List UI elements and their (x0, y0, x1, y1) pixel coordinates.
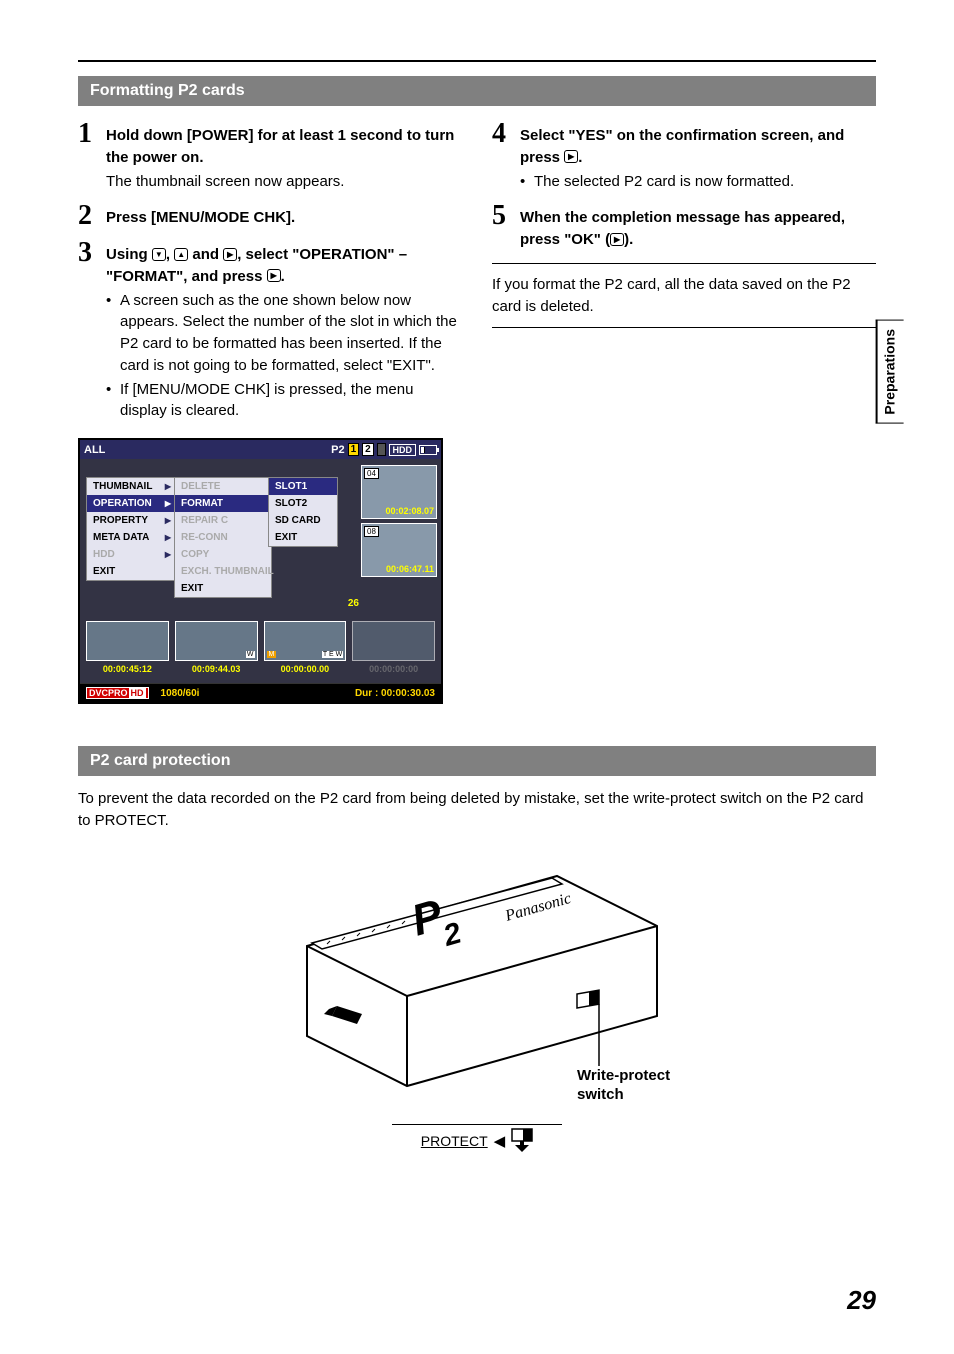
menu-item[interactable]: SD CARD (269, 512, 337, 529)
timecode: 00:00:00:00 (353, 664, 434, 674)
step-plain-text: The thumbnail screen now appears. (106, 171, 462, 193)
right-column: 4 Select "YES" on the confirmation scree… (492, 118, 876, 704)
left-column: 1 Hold down [POWER] for at least 1 secon… (78, 118, 462, 704)
menu-item[interactable]: SLOT1 (269, 478, 337, 495)
p2-card-figure: Panasonic P 2 Write-protectswitch PR (78, 856, 876, 1154)
divider (492, 263, 876, 264)
menu-level-2: DELETE FORMAT REPAIR C RE-CONN COPY EXCH… (174, 477, 272, 598)
up-icon: ▲ (174, 248, 188, 261)
bullet-item: The selected P2 card is now formatted. (520, 171, 876, 193)
slider-icon (511, 1128, 533, 1154)
corner-number: 26 (348, 598, 359, 609)
menu-item[interactable]: COPY (175, 546, 271, 563)
step-number: 2 (78, 200, 106, 231)
hdd-label: HDD (389, 444, 417, 456)
menu-level-3: SLOT1 SLOT2 SD CARD EXIT (268, 477, 338, 547)
step-number: 5 (492, 200, 520, 253)
step-bold-text: Hold down [POWER] for at least 1 second … (106, 125, 462, 169)
step-bold-text: When the completion message has appeared… (520, 207, 876, 251)
menu-item[interactable]: META DATA▶ (87, 529, 177, 546)
menu-item[interactable]: OPERATION▶ (87, 495, 177, 512)
section-heading-protection: P2 card protection (78, 746, 876, 776)
step-number: 3 (78, 237, 106, 424)
menu-item[interactable]: PROPERTY▶ (87, 512, 177, 529)
bullet-item: A screen such as the one shown below now… (106, 290, 462, 377)
step-4: 4 Select "YES" on the confirmation scree… (492, 118, 876, 194)
menu-item[interactable]: EXIT (175, 580, 271, 597)
slot-blank-chip (377, 443, 386, 456)
menu-item[interactable]: EXCH. THUMBNAIL (175, 563, 271, 580)
section-heading-formatting: Formatting P2 cards (78, 76, 876, 106)
left-arrow-icon: ◀ (494, 1132, 506, 1150)
device-screenshot: ALL P2 1 2 HDD THUMBNAIL▶ OPERATION▶ P (78, 438, 443, 704)
menu-item[interactable]: THUMBNAIL▶ (87, 478, 177, 495)
txt: and (188, 246, 223, 263)
timecode: 00:00:45:12 (87, 664, 168, 674)
flag: W (246, 651, 255, 658)
play-icon: ▶ (564, 150, 578, 163)
txt: , (166, 246, 174, 263)
menu-item[interactable]: EXIT (269, 529, 337, 546)
page-number: 29 (847, 1285, 876, 1316)
slot-2-chip: 2 (362, 443, 374, 456)
divider (492, 327, 876, 328)
note-text: If you format the P2 card, all the data … (492, 274, 876, 318)
protect-text: PROTECT (421, 1133, 488, 1149)
thumbnail[interactable]: MT E W00:00:00.00 (264, 621, 347, 661)
down-icon: ▼ (152, 248, 166, 261)
step-bold-text: Select "YES" on the confirmation screen,… (520, 125, 876, 169)
p2-card-icon: Panasonic P 2 (277, 856, 677, 1096)
menu-item[interactable]: REPAIR C (175, 512, 271, 529)
menu-item[interactable]: SLOT2 (269, 495, 337, 512)
menu-item[interactable]: EXIT (87, 563, 177, 580)
slot-1-chip: 1 (348, 443, 360, 456)
timecode: 00:00:00.00 (265, 664, 346, 674)
flag: T E W (322, 651, 343, 658)
timecode: 00:06:47.11 (386, 564, 434, 574)
step-3: 3 Using ▼, ▲ and ▶, select "OPERATION" –… (78, 237, 462, 424)
txt: ). (624, 231, 633, 248)
duration-label: Dur : 00:00:30.03 (355, 688, 435, 699)
flag: M (267, 651, 277, 658)
txt: . (578, 149, 582, 166)
step-2: 2 Press [MENU/MODE CHK]. (78, 200, 462, 231)
step-1: 1 Hold down [POWER] for at least 1 secon… (78, 118, 462, 194)
battery-icon (419, 445, 437, 455)
play-icon: ▶ (223, 248, 237, 261)
thumbnail[interactable]: 04 00:02:08.07 (361, 465, 437, 519)
menu-item[interactable]: FORMAT (175, 495, 271, 512)
thumbnail[interactable]: 00:00:00:00 (352, 621, 435, 661)
play-icon: ▶ (610, 233, 624, 246)
clip-tag: 08 (364, 526, 379, 537)
step-number: 4 (492, 118, 520, 194)
p2-label: P2 (331, 444, 344, 456)
txt: . (281, 268, 285, 285)
step-number: 1 (78, 118, 106, 194)
side-tab: Preparations (876, 320, 904, 424)
dvcpro-badge: DVCPROHD (86, 687, 149, 699)
menu-item[interactable]: RE-CONN (175, 529, 271, 546)
step-bold-text: Using ▼, ▲ and ▶, select "OPERATION" – "… (106, 244, 462, 288)
play-icon: ▶ (267, 269, 281, 282)
bullet-item: If [MENU/MODE CHK] is pressed, the menu … (106, 379, 462, 423)
txt: Using (106, 246, 152, 263)
thumbnail[interactable]: W00:09:44.03 (175, 621, 258, 661)
format-label: 1080/60i (161, 688, 200, 699)
menu-item[interactable]: DELETE (175, 478, 271, 495)
clip-tag: 04 (364, 468, 379, 479)
step-bold-text: Press [MENU/MODE CHK]. (106, 207, 462, 229)
txt: When the completion message has appeared… (520, 209, 845, 248)
protection-text: To prevent the data recorded on the P2 c… (78, 788, 876, 832)
top-rule (78, 60, 876, 62)
step-5: 5 When the completion message has appear… (492, 200, 876, 253)
timecode: 00:09:44.03 (176, 664, 257, 674)
thumbnail[interactable]: 00:00:45:12 (86, 621, 169, 661)
ss-title: ALL (84, 444, 105, 456)
menu-level-1: THUMBNAIL▶ OPERATION▶ PROPERTY▶ META DAT… (86, 477, 178, 581)
write-protect-label: Write-protectswitch (577, 1066, 670, 1105)
thumbnail[interactable]: 08 00:06:47.11 (361, 523, 437, 577)
menu-item[interactable]: HDD▶ (87, 546, 177, 563)
timecode: 00:02:08.07 (385, 506, 434, 516)
protect-detail: PROTECT ◀ (392, 1124, 562, 1154)
